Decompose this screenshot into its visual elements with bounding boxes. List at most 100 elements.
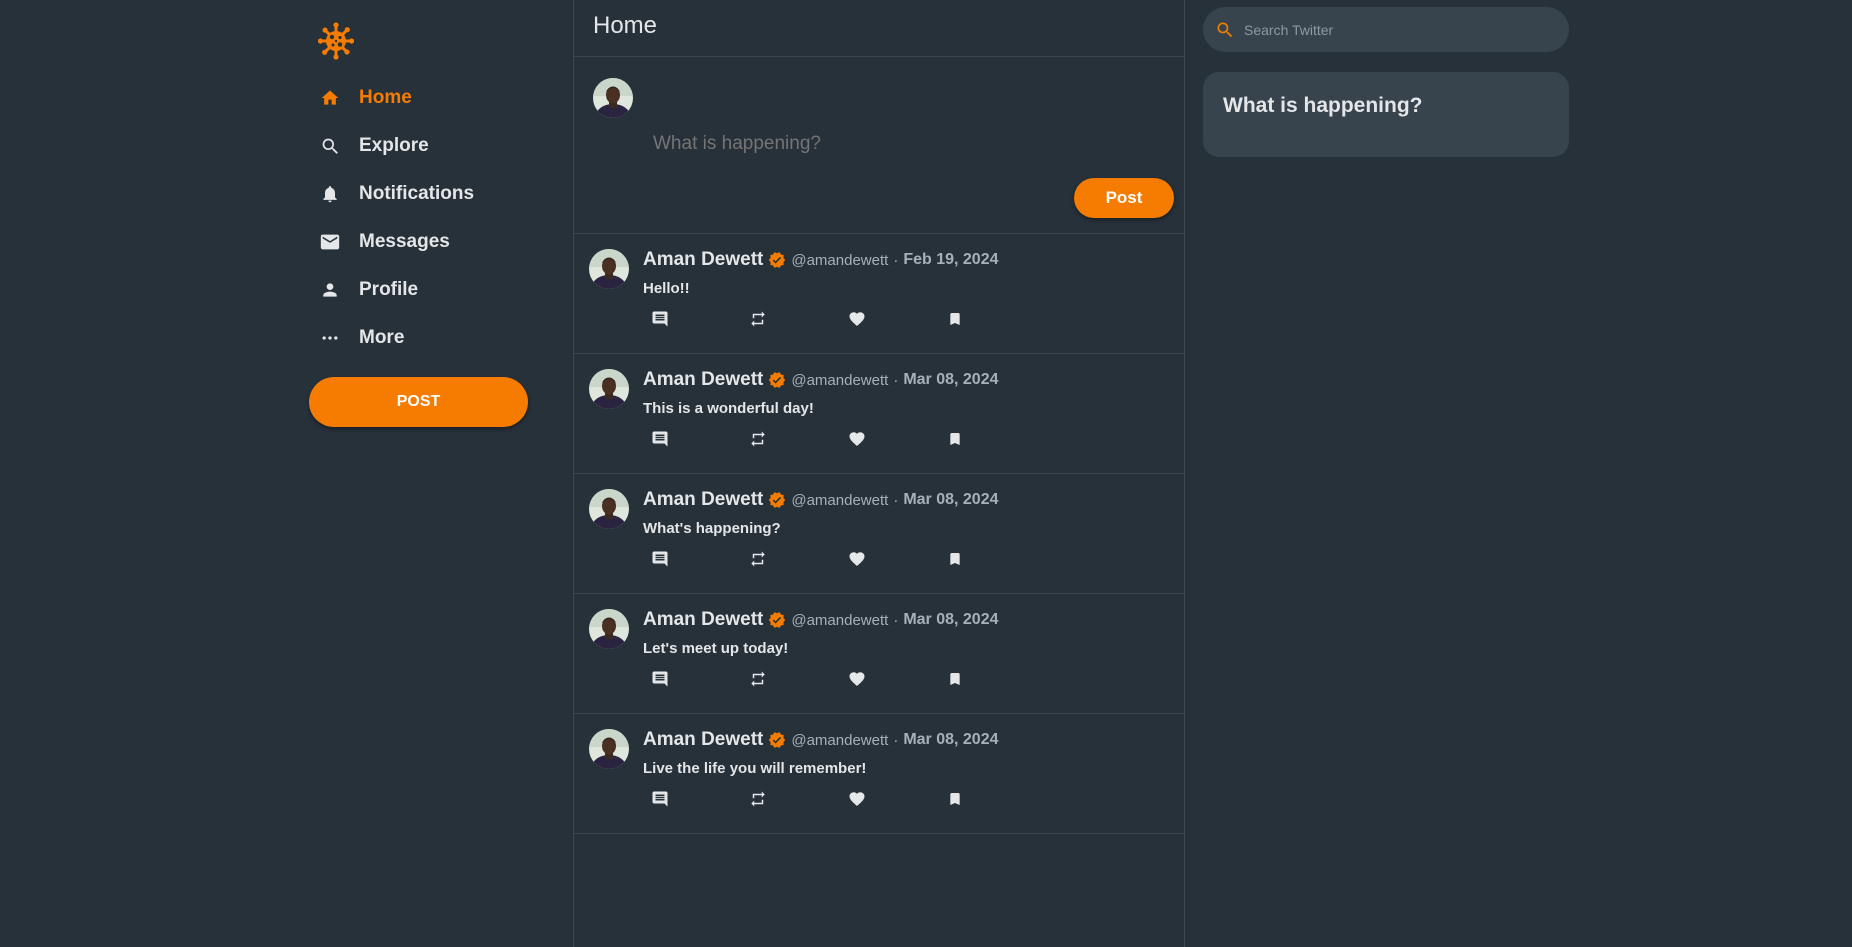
like-icon[interactable] [845, 667, 869, 691]
separator: · [893, 491, 899, 509]
tweet-header: Aman Dewett @amandewett · Mar 08, 2024 [643, 369, 999, 391]
nav-label: Notifications [359, 183, 475, 204]
compose-post-button[interactable]: Post [1074, 178, 1174, 218]
comment-icon[interactable] [648, 307, 672, 331]
nav-label: Explore [359, 135, 429, 156]
separator: · [893, 251, 899, 269]
tweet[interactable]: Aman Dewett @amandewett · Mar 08, 2024 T… [574, 354, 1184, 474]
author-name[interactable]: Aman Dewett [643, 489, 763, 511]
author-handle: @amandewett [791, 251, 889, 269]
like-icon[interactable] [845, 547, 869, 571]
tweet-list: Aman Dewett @amandewett · Feb 19, 2024 H… [574, 234, 1184, 834]
bookmark-icon[interactable] [943, 787, 967, 811]
tweet-text: This is a wonderful day! [643, 400, 814, 417]
author-handle: @amandewett [791, 371, 889, 389]
trends-card: What is happening? [1203, 72, 1569, 157]
separator: · [893, 371, 899, 389]
tweet-actions [643, 787, 973, 811]
nav-item-notifications[interactable]: Notifications [309, 174, 549, 214]
tweet[interactable]: Aman Dewett @amandewett · Mar 08, 2024 L… [574, 714, 1184, 834]
tweet-header: Aman Dewett @amandewett · Feb 19, 2024 [643, 249, 998, 271]
verified-icon [768, 371, 786, 389]
nav-label: Messages [359, 231, 450, 252]
tweet-actions [643, 547, 973, 571]
tweet-text: Hello!! [643, 280, 690, 297]
author-handle: @amandewett [791, 491, 889, 509]
main-feed: Home Post [573, 0, 1185, 947]
retweet-icon[interactable] [746, 427, 770, 451]
author-handle: @amandewett [791, 611, 889, 629]
avatar[interactable] [589, 729, 629, 769]
home-icon [317, 85, 343, 111]
bookmark-icon[interactable] [943, 307, 967, 331]
tweet-date: Mar 08, 2024 [903, 491, 999, 508]
like-icon[interactable] [845, 307, 869, 331]
author-name[interactable]: Aman Dewett [643, 249, 763, 271]
nav-item-more[interactable]: More [309, 318, 549, 358]
bookmark-icon[interactable] [943, 427, 967, 451]
search-icon [1215, 19, 1237, 41]
avatar[interactable] [589, 609, 629, 649]
tweet[interactable]: Aman Dewett @amandewett · Mar 08, 2024 L… [574, 594, 1184, 714]
nav-label: More [359, 327, 405, 348]
separator: · [893, 611, 899, 629]
avatar[interactable] [589, 489, 629, 529]
retweet-icon[interactable] [746, 787, 770, 811]
author-name[interactable]: Aman Dewett [643, 609, 763, 631]
author-handle: @amandewett [791, 731, 889, 749]
compose-input[interactable] [653, 133, 1153, 155]
separator: · [893, 731, 899, 749]
author-name[interactable]: Aman Dewett [643, 729, 763, 751]
bell-icon [317, 181, 343, 207]
post-button[interactable]: POST [309, 377, 528, 427]
bookmark-icon[interactable] [943, 667, 967, 691]
nav-item-explore[interactable]: Explore [309, 126, 549, 166]
verified-icon [768, 731, 786, 749]
tweet-date: Mar 08, 2024 [903, 731, 999, 748]
verified-icon [768, 251, 786, 269]
tweet[interactable]: Aman Dewett @amandewett · Mar 08, 2024 W… [574, 474, 1184, 594]
search-bar[interactable] [1203, 7, 1569, 52]
tweet-text: What's happening? [643, 520, 781, 537]
person-icon [317, 277, 343, 303]
nav-label: Home [359, 87, 412, 108]
tweet[interactable]: Aman Dewett @amandewett · Feb 19, 2024 H… [574, 234, 1184, 354]
like-icon[interactable] [845, 427, 869, 451]
search-input[interactable] [1242, 20, 1546, 39]
retweet-icon[interactable] [746, 547, 770, 571]
retweet-icon[interactable] [746, 307, 770, 331]
verified-icon [768, 491, 786, 509]
feed-header: Home [574, 0, 1184, 57]
tweet-text: Live the life you will remember! [643, 760, 867, 777]
nav-item-messages[interactable]: Messages [309, 222, 549, 262]
search-icon [317, 133, 343, 159]
avatar[interactable] [593, 78, 633, 118]
composer: Post [574, 57, 1184, 234]
tweet-date: Mar 08, 2024 [903, 611, 999, 628]
comment-icon[interactable] [648, 667, 672, 691]
comment-icon[interactable] [648, 427, 672, 451]
avatar[interactable] [589, 369, 629, 409]
tweet-header: Aman Dewett @amandewett · Mar 08, 2024 [643, 609, 999, 631]
nav-item-home[interactable]: Home [309, 78, 549, 118]
tweet-actions [643, 667, 973, 691]
nav-label: Profile [359, 279, 419, 300]
more-icon [317, 325, 343, 351]
comment-icon[interactable] [648, 547, 672, 571]
tweet-header: Aman Dewett @amandewett · Mar 08, 2024 [643, 489, 999, 511]
verified-icon [768, 611, 786, 629]
tweet-date: Mar 08, 2024 [903, 371, 999, 388]
tweet-actions [643, 307, 973, 331]
virus-icon[interactable] [317, 22, 355, 60]
nav-item-profile[interactable]: Profile [309, 270, 549, 310]
avatar[interactable] [589, 249, 629, 289]
tweet-header: Aman Dewett @amandewett · Mar 08, 2024 [643, 729, 999, 751]
tweet-text: Let's meet up today! [643, 640, 789, 657]
bookmark-icon[interactable] [943, 547, 967, 571]
mail-icon [317, 229, 343, 255]
like-icon[interactable] [845, 787, 869, 811]
author-name[interactable]: Aman Dewett [643, 369, 763, 391]
trends-title: What is happening? [1223, 94, 1423, 117]
comment-icon[interactable] [648, 787, 672, 811]
retweet-icon[interactable] [746, 667, 770, 691]
